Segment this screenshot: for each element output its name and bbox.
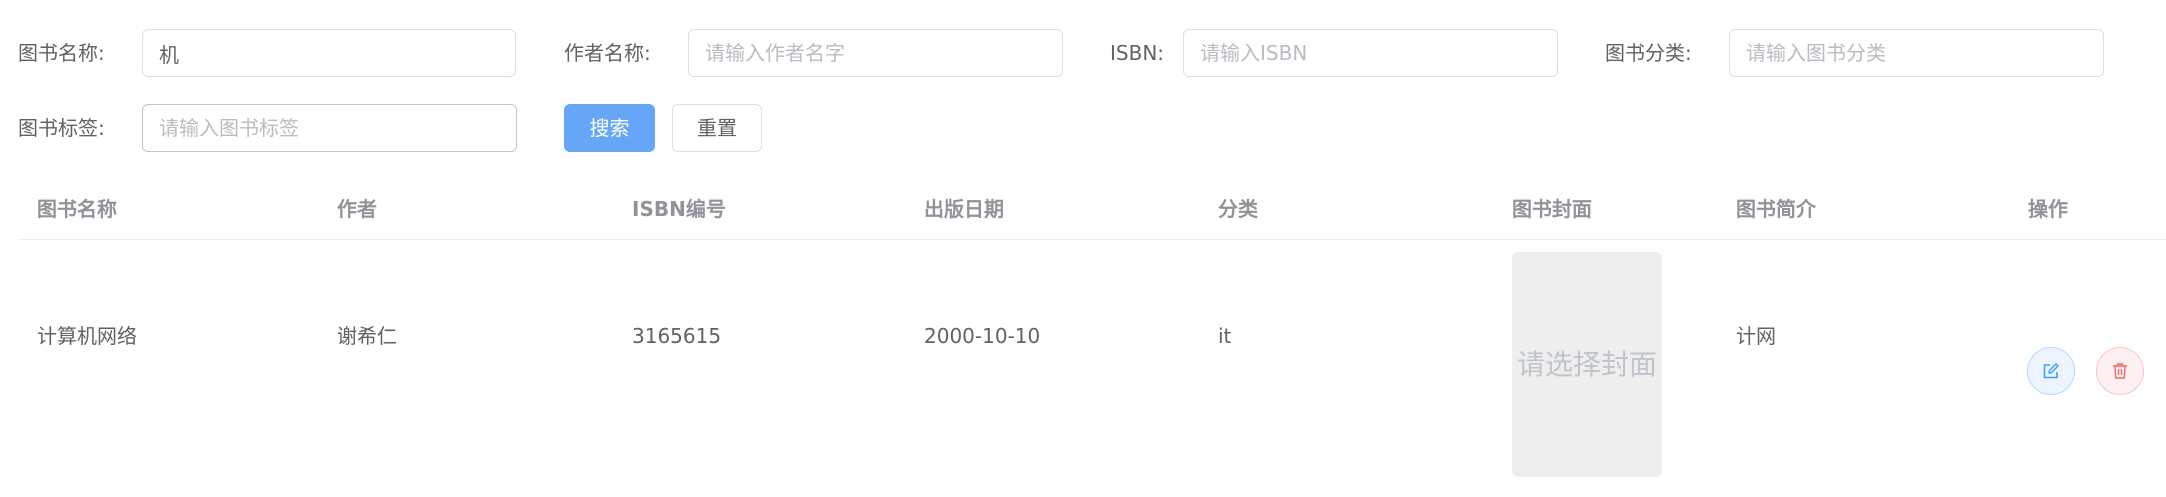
tag-input[interactable] <box>142 104 517 152</box>
reset-button[interactable]: 重置 <box>672 104 762 152</box>
book-table: 图书名称 作者 ISBN编号 出版日期 分类 图书封面 图书简介 操作 计算机网… <box>18 180 2166 497</box>
table-header: 图书名称 作者 ISBN编号 出版日期 分类 图书封面 图书简介 操作 <box>18 180 2166 240</box>
search-button[interactable]: 搜索 <box>564 104 655 152</box>
column-header-category: 分类 <box>1218 197 1258 221</box>
isbn-input[interactable] <box>1183 29 1558 77</box>
column-header-publish-date: 出版日期 <box>924 197 1004 221</box>
edit-icon <box>2043 363 2059 379</box>
author-name-input[interactable] <box>688 29 1063 77</box>
column-header-intro: 图书简介 <box>1736 197 1816 221</box>
search-form-row-2: 图书标签: 搜索 重置 <box>0 104 2166 152</box>
cell-book-name: 计算机网络 <box>37 324 137 348</box>
category-input[interactable] <box>1729 29 2104 77</box>
isbn-label: ISBN: <box>1110 41 1165 65</box>
cell-author: 谢希仁 <box>337 324 397 348</box>
column-header-book-name: 图书名称 <box>37 197 117 221</box>
delete-button[interactable] <box>2096 347 2144 395</box>
cover-placeholder[interactable]: 请选择封面 <box>1512 252 1662 477</box>
table-row: 计算机网络 谢希仁 3165615 2000-10-10 it 请选择封面 计网 <box>18 240 2166 497</box>
search-form-row-1: 图书名称: 作者名称: ISBN: 图书分类: <box>0 29 2166 77</box>
edit-button[interactable] <box>2027 347 2075 395</box>
column-header-isbn: ISBN编号 <box>632 197 726 221</box>
cell-publish-date: 2000-10-10 <box>924 324 1041 348</box>
trash-icon <box>2113 363 2127 379</box>
book-name-input[interactable] <box>142 29 516 77</box>
cover-placeholder-text: 请选择封面 <box>1516 348 1657 381</box>
author-name-label: 作者名称: <box>564 41 651 65</box>
column-header-actions: 操作 <box>2028 197 2068 221</box>
column-header-author: 作者 <box>337 197 377 221</box>
cell-intro: 计网 <box>1736 324 1776 348</box>
cell-isbn: 3165615 <box>632 324 722 348</box>
cell-category: it <box>1218 324 1232 348</box>
column-header-cover: 图书封面 <box>1512 197 1592 221</box>
tag-label: 图书标签: <box>18 116 105 140</box>
book-name-label: 图书名称: <box>18 41 105 65</box>
category-label: 图书分类: <box>1605 41 1692 65</box>
